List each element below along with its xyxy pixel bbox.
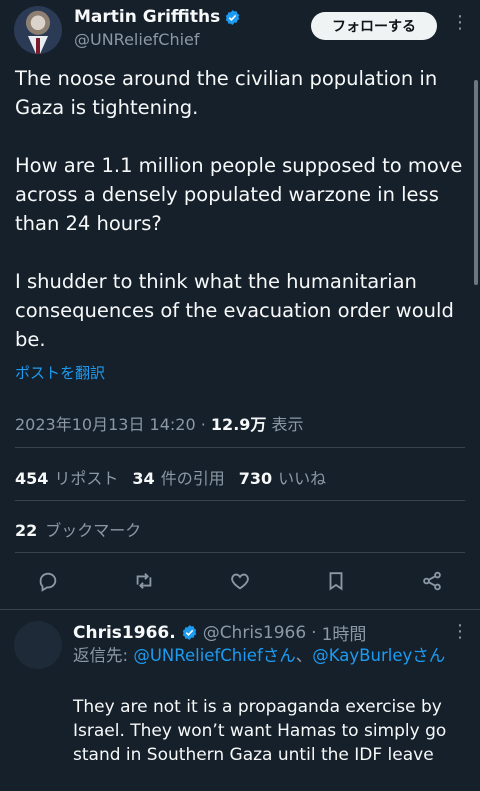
reply-text: They are not it is a propaganda exercise… bbox=[73, 697, 447, 765]
repost-icon[interactable] bbox=[129, 566, 159, 596]
author-handle[interactable]: @UNReliefChief bbox=[74, 30, 200, 49]
author-avatar[interactable] bbox=[14, 6, 62, 54]
reply-avatar[interactable] bbox=[14, 621, 62, 669]
scrollbar-thumb[interactable] bbox=[474, 80, 478, 285]
quotes-stat[interactable]: 34 件の引用 bbox=[132, 465, 224, 489]
share-icon[interactable] bbox=[417, 566, 447, 596]
divider bbox=[15, 552, 465, 553]
meta-separator: · bbox=[200, 415, 206, 434]
reply-icon[interactable] bbox=[33, 566, 63, 596]
tweet-paragraph: How are 1.1 million people supposed to m… bbox=[15, 154, 463, 235]
views-count: 12.9万 bbox=[210, 415, 267, 434]
mention-joiner: 、 bbox=[295, 646, 313, 665]
reply-time[interactable]: 1時間 bbox=[322, 620, 367, 645]
tweet-paragraph: I shudder to think what the humanitarian… bbox=[15, 270, 454, 351]
mention-link[interactable]: @UNReliefChiefさん bbox=[133, 646, 295, 665]
tweet-meta: 2023年10月13日 14:20 · 12.9万 表示 bbox=[15, 411, 304, 435]
replying-to: 返信先: @UNReliefChiefさん、@KayBurleyさん bbox=[73, 644, 463, 668]
bookmarks-label: ブックマーク bbox=[45, 521, 142, 540]
likes-stat[interactable]: 730 いいね bbox=[239, 465, 326, 489]
divider bbox=[15, 447, 465, 448]
more-options-icon[interactable]: ⋮ bbox=[451, 14, 469, 32]
action-bar bbox=[0, 566, 480, 596]
mention-link[interactable]: @KayBurleyさん bbox=[312, 646, 445, 665]
likes-count: 730 bbox=[238, 469, 273, 488]
reply-separator: · bbox=[311, 622, 317, 643]
tweet-paragraph: The noose around the civilian population… bbox=[15, 67, 438, 119]
bookmarks-stat[interactable]: 22 ブックマーク bbox=[15, 517, 141, 541]
quotes-label: 件の引用 bbox=[160, 469, 225, 488]
tweet-timestamp[interactable]: 2023年10月13日 14:20 bbox=[15, 415, 196, 434]
divider bbox=[0, 609, 480, 610]
follow-button[interactable]: フォローする bbox=[311, 12, 437, 40]
reply-author-handle[interactable]: @Chris1966 bbox=[203, 623, 306, 643]
quotes-count: 34 bbox=[132, 469, 155, 488]
avatar-tie bbox=[36, 38, 40, 54]
bookmarks-count: 22 bbox=[15, 521, 38, 540]
likes-label: いいね bbox=[278, 469, 327, 488]
bookmark-icon[interactable] bbox=[321, 566, 351, 596]
author-name[interactable]: Martin Griffiths bbox=[74, 7, 220, 27]
divider bbox=[15, 500, 465, 501]
verified-badge-icon bbox=[182, 625, 196, 640]
reply-header: Chris1966. @Chris1966 · 1時間 bbox=[73, 620, 367, 646]
reply-more-options-icon[interactable]: ⋮ bbox=[451, 623, 469, 641]
reposts-count: 454 bbox=[15, 469, 49, 488]
replying-to-prefix: 返信先: bbox=[73, 646, 129, 665]
reposts-label: リポスト bbox=[54, 469, 119, 488]
engagement-stats: 454 リポスト 34 件の引用 730 いいね bbox=[15, 465, 326, 489]
like-icon[interactable] bbox=[225, 566, 255, 596]
reposts-stat[interactable]: 454 リポスト bbox=[15, 465, 118, 489]
tweet-text: The noose around the civilian population… bbox=[15, 64, 465, 354]
views-label: 表示 bbox=[271, 415, 304, 434]
verified-badge-icon bbox=[226, 9, 240, 25]
reply-author-name[interactable]: Chris1966. bbox=[73, 623, 176, 643]
author-name-row[interactable]: Martin Griffiths bbox=[74, 7, 241, 27]
translate-post-link[interactable]: ポストを翻訳 bbox=[15, 362, 105, 383]
